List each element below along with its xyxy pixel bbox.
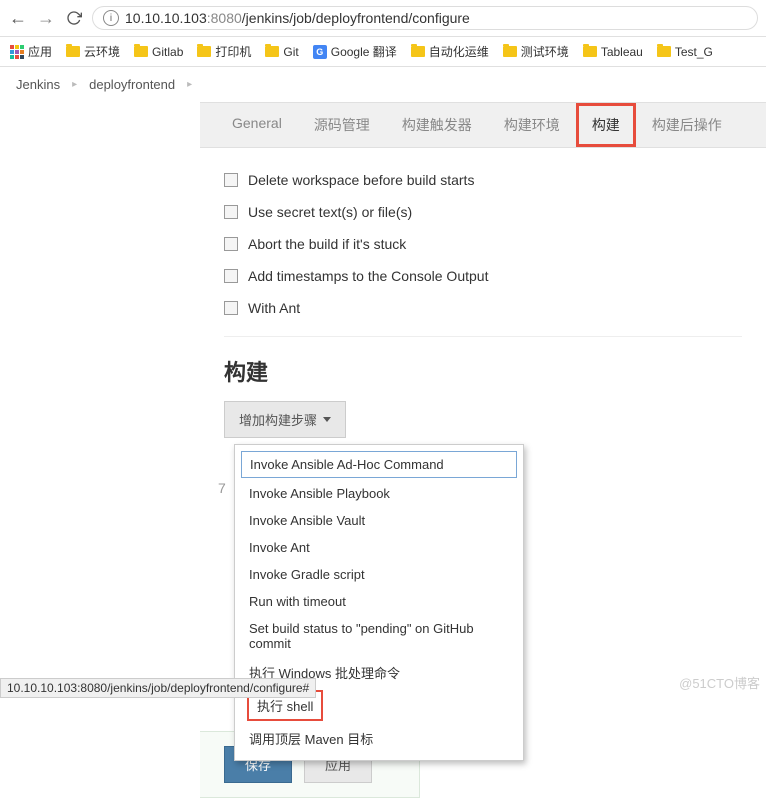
url-path: /jenkins/job/deployfrontend/configure — [242, 10, 470, 26]
apps-label: 应用 — [28, 43, 52, 60]
url-port: :8080 — [207, 10, 242, 26]
folder-icon — [657, 46, 671, 57]
bookmark-testg[interactable]: Test_G — [657, 45, 713, 59]
checkbox[interactable] — [224, 205, 238, 219]
forward-button[interactable]: → — [36, 8, 56, 28]
folder-icon — [66, 46, 80, 57]
back-button[interactable]: ← — [8, 8, 28, 28]
crumb-job[interactable]: deployfrontend — [89, 77, 175, 92]
bookmark-git[interactable]: Git — [265, 45, 298, 59]
add-build-step-label: 增加构建步骤 — [239, 410, 317, 429]
dd-run-timeout[interactable]: Run with timeout — [235, 588, 523, 615]
folder-icon — [197, 46, 211, 57]
bookmark-printer[interactable]: 打印机 — [197, 43, 251, 60]
caret-down-icon — [323, 417, 331, 422]
folder-icon — [411, 46, 425, 57]
bookmark-gtranslate[interactable]: GGoogle 翻译 — [313, 43, 397, 60]
dd-invoke-ansible-playbook[interactable]: Invoke Ansible Playbook — [235, 480, 523, 507]
dd-invoke-gradle[interactable]: Invoke Gradle script — [235, 561, 523, 588]
crumb-jenkins[interactable]: Jenkins — [16, 77, 60, 92]
chevron-right-icon: ▸ — [72, 79, 77, 90]
apps-button[interactable]: 应用 — [10, 43, 52, 60]
bookmarks-bar: 应用 云环境 Gitlab 打印机 Git GGoogle 翻译 自动化运维 测… — [0, 37, 766, 67]
dd-invoke-ansible-vault[interactable]: Invoke Ansible Vault — [235, 507, 523, 534]
opt-delete-workspace: Delete workspace before build starts — [224, 164, 742, 196]
checkbox[interactable] — [224, 237, 238, 251]
address-bar[interactable]: i 10.10.10.103:8080/jenkins/job/deployfr… — [92, 6, 758, 30]
opt-abort-stuck: Abort the build if it's stuck — [224, 228, 742, 260]
add-build-step-button[interactable]: 增加构建步骤 — [224, 401, 346, 438]
dd-invoke-ansible-adhoc[interactable]: Invoke Ansible Ad-Hoc Command — [241, 451, 517, 478]
apps-icon — [10, 45, 24, 59]
dd-github-pending[interactable]: Set build status to "pending" on GitHub … — [235, 615, 523, 657]
dd-invoke-ant[interactable]: Invoke Ant — [235, 534, 523, 561]
opt-with-ant: With Ant — [224, 292, 742, 324]
checkbox[interactable] — [224, 173, 238, 187]
config-tabs: General 源码管理 构建触发器 构建环境 构建 构建后操作 — [200, 102, 766, 148]
watermark: @51CTO博客 — [679, 673, 760, 692]
tab-postbuild[interactable]: 构建后操作 — [636, 103, 738, 147]
tab-env[interactable]: 构建环境 — [488, 103, 576, 147]
site-info-icon[interactable]: i — [103, 10, 119, 26]
tab-general[interactable]: General — [216, 103, 298, 147]
tab-triggers[interactable]: 构建触发器 — [386, 103, 488, 147]
folder-icon — [265, 46, 279, 57]
bookmark-gitlab[interactable]: Gitlab — [134, 45, 183, 59]
opt-secret-text: Use secret text(s) or file(s) — [224, 196, 742, 228]
browser-toolbar: ← → i 10.10.10.103:8080/jenkins/job/depl… — [0, 0, 766, 37]
folder-icon — [134, 46, 148, 57]
section-title-build: 构建 — [224, 336, 742, 401]
bookmark-tableau[interactable]: Tableau — [583, 45, 643, 59]
build-step-dropdown: Invoke Ansible Ad-Hoc Command Invoke Ans… — [234, 444, 524, 761]
url-host: 10.10.10.103 — [125, 10, 207, 26]
bookmark-cloud[interactable]: 云环境 — [66, 43, 120, 60]
translate-icon: G — [313, 45, 327, 59]
dd-maven-top[interactable]: 调用顶层 Maven 目标 — [235, 723, 523, 754]
checkbox[interactable] — [224, 301, 238, 315]
bookmark-ops[interactable]: 自动化运维 — [411, 43, 489, 60]
folder-icon — [503, 46, 517, 57]
tab-build[interactable]: 构建 — [576, 103, 636, 147]
chevron-right-icon: ▸ — [187, 79, 192, 90]
checkbox[interactable] — [224, 269, 238, 283]
status-bar: 10.10.10.103:8080/jenkins/job/deployfron… — [0, 678, 316, 698]
bookmark-test-env[interactable]: 测试环境 — [503, 43, 569, 60]
opt-timestamps: Add timestamps to the Console Output — [224, 260, 742, 292]
reload-button[interactable] — [64, 8, 84, 28]
folder-icon — [583, 46, 597, 57]
tab-scm[interactable]: 源码管理 — [298, 103, 386, 147]
breadcrumb: Jenkins ▸ deployfrontend ▸ — [0, 67, 766, 102]
obscured-text: 7 — [218, 480, 226, 496]
